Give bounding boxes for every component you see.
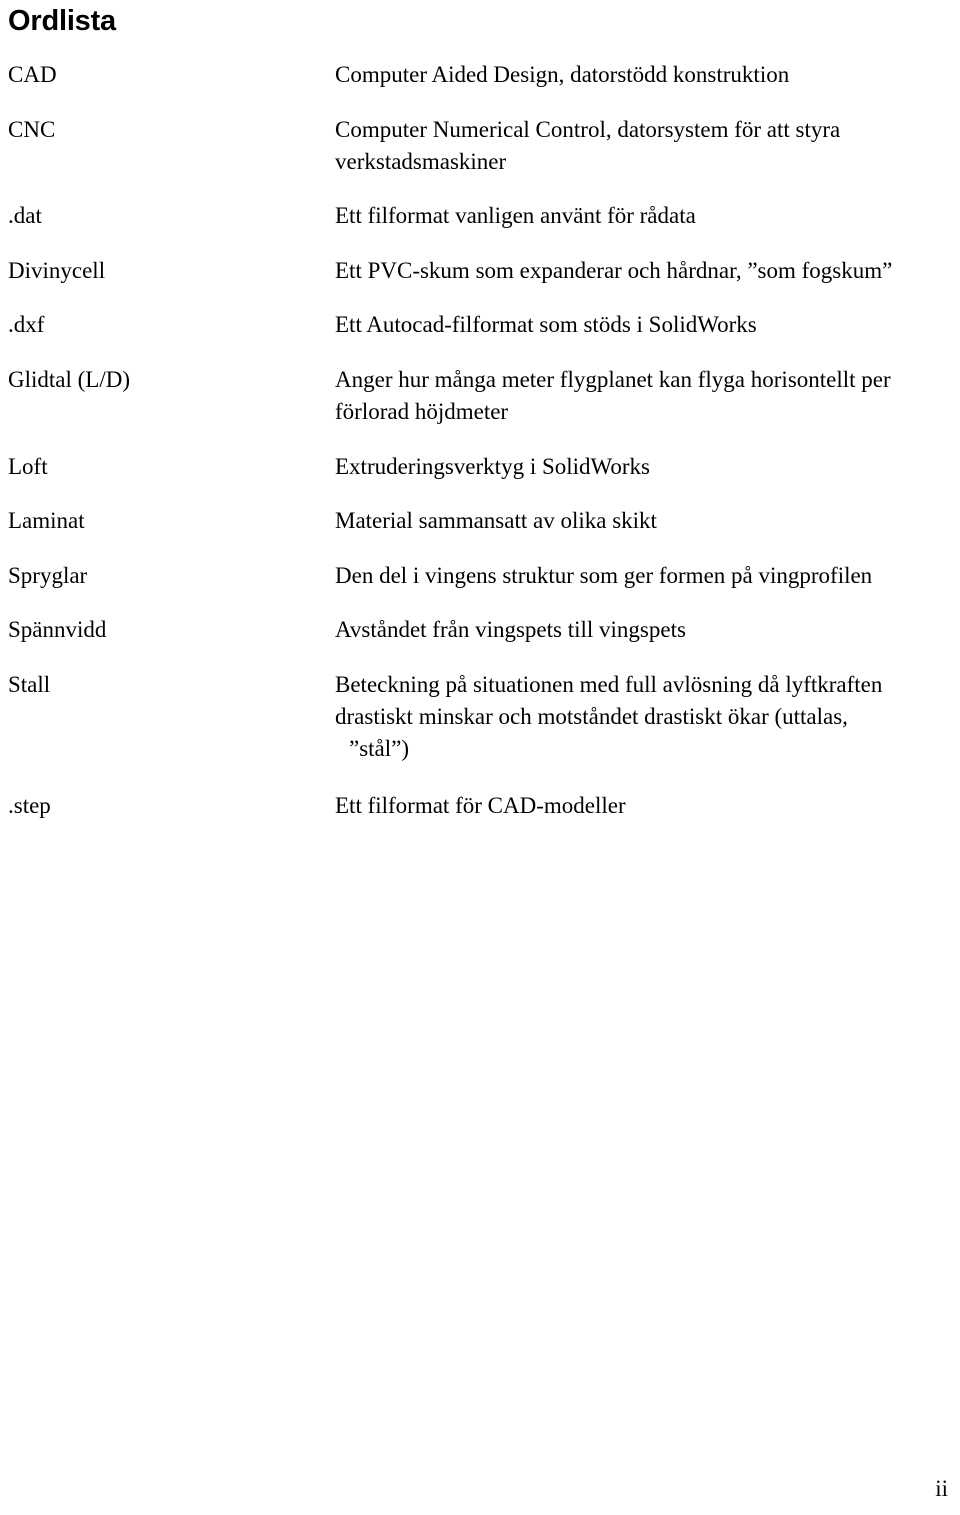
glossary-definition-line: ”stål”) [349,736,410,761]
glossary-definition: Ett filformat vanligen använt för rådata [335,200,950,232]
glossary-definition-line: drastiskt minskar och motståndet drastis… [335,704,848,729]
glossary-term: Loft [8,454,48,479]
glossary-definition-line: Ett filformat för CAD-modeller [335,793,626,818]
glossary-term: Spryglar [8,563,88,588]
glossary-definition: Ett Autocad-filformat som stöds i SolidW… [335,309,950,341]
glossary-definition-line: Den del i vingens struktur som ger forme… [335,563,873,588]
glossary-list: CAD Computer Aided Design, datorstödd kon… [0,55,960,822]
page-title: Ordlista [8,5,116,37]
glossary-definition: Material sammansatt av olika skikt [335,505,950,537]
glossary-term: CNC [8,117,56,142]
glossary-definition: Anger hur många meter flygplanet kan fly… [335,364,950,428]
document-page: Ordlista CAD Computer Aided Design, dator… [0,0,960,1515]
glossary-definition: Avståndet från vingspets till vingspets [335,614,950,646]
glossary-definition: Computer Aided Design, datorstödd konstr… [335,59,950,91]
glossary-definition-line: Ett PVC-skum som expanderar och hårdnar,… [335,258,893,283]
glossary-term: Spännvidd [8,617,107,642]
glossary-term: Stall [8,672,51,697]
glossary-term: Glidtal (L/D) [8,367,130,392]
glossary-term: CAD [8,62,57,87]
glossary-definition: Beteckning på situationen med full avlös… [335,669,950,765]
glossary-definition-line: Beteckning på situationen med full avlös… [335,672,883,697]
glossary-definition: Ett filformat för CAD-modeller [335,790,950,822]
glossary-term: .dxf [8,312,45,337]
glossary-term: .dat [8,203,42,228]
glossary-term: .step [8,793,51,818]
glossary-definition-line: Ett Autocad-filformat som stöds i SolidW… [335,312,757,337]
glossary-definition-line: Avståndet från vingspets till vingspets [335,617,686,642]
glossary-definition: Computer Numerical Control, datorsystem … [335,114,950,178]
glossary-definition-line: verkstadsmaskiner [335,149,507,174]
glossary-definition-line: Ett filformat vanligen använt för rådata [335,203,696,228]
glossary-definition-line: Anger hur många meter flygplanet kan fly… [335,367,891,392]
glossary-definition: Ett PVC-skum som expanderar och hårdnar,… [335,255,950,287]
glossary-definition-line: Computer Numerical Control, datorsystem … [335,117,841,142]
glossary-definition: Extruderingsverktyg i SolidWorks [335,451,950,483]
page-number: ii [935,1476,948,1501]
glossary-definition-line: Extruderingsverktyg i SolidWorks [335,454,651,479]
glossary-definition-line: förlorad höjdmeter [335,399,509,424]
glossary-definition-line: Material sammansatt av olika skikt [335,508,657,533]
glossary-definition-line: Computer Aided Design, datorstödd konstr… [335,62,790,87]
glossary-term: Laminat [8,508,85,533]
glossary-definition: Den del i vingens struktur som ger forme… [335,560,950,592]
glossary-term: Divinycell [8,258,106,283]
